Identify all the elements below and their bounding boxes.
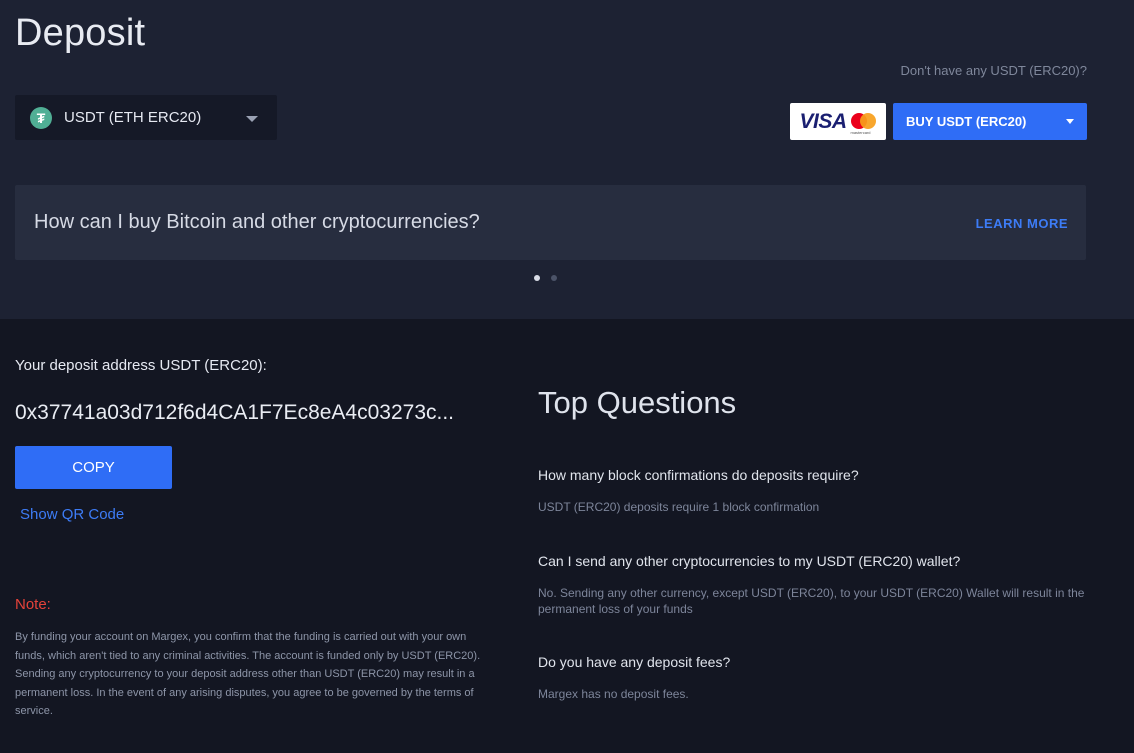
copy-button[interactable]: COPY <box>15 446 172 489</box>
visa-logo: VISA <box>799 109 847 133</box>
deposit-address-label: Your deposit address USDT (ERC20): <box>15 357 267 374</box>
chevron-down-icon <box>246 116 258 122</box>
page-title: Deposit <box>15 12 146 54</box>
carousel-dot-2[interactable] <box>551 275 557 281</box>
card-logos: VISA mastercard <box>790 103 886 140</box>
faq-answer: No. Sending any other currency, except U… <box>538 586 1085 616</box>
learn-more-link[interactable]: LEARN MORE <box>976 216 1068 231</box>
info-banner: How can I buy Bitcoin and other cryptocu… <box>15 185 1086 260</box>
faq-question: How many block confirmations do deposits… <box>538 467 859 483</box>
currency-select-label: USDT (ETH ERC20) <box>64 109 202 126</box>
faq-answer: USDT (ERC20) deposits require 1 block co… <box>538 500 820 514</box>
buy-usdt-button[interactable]: BUY USDT (ERC20) <box>893 103 1087 140</box>
deposit-header-section: Deposit Don't have any USDT (ERC20)? ₮ U… <box>0 0 1134 319</box>
note-title: Note: <box>15 596 51 613</box>
show-qr-code-link[interactable]: Show QR Code <box>20 506 124 523</box>
faq-title: Top Questions <box>538 385 737 420</box>
no-usdt-hint: Don't have any USDT (ERC20)? <box>900 63 1088 78</box>
carousel-dots <box>534 275 557 281</box>
note-text: By funding your account on Margex, you c… <box>15 631 481 718</box>
faq-question: Do you have any deposit fees? <box>538 654 731 670</box>
faq-question: Can I send any other cryptocurrencies to… <box>538 553 961 569</box>
deposit-address-value[interactable]: 0x37741a03d712f6d4CA1F7Ec8eA4c03273c... <box>15 401 454 425</box>
faq-answer: Margex has no deposit fees. <box>538 687 689 701</box>
carousel-dot-1[interactable] <box>534 275 540 281</box>
mastercard-logo: mastercard <box>850 113 877 135</box>
copy-label: COPY <box>72 459 115 476</box>
currency-select[interactable]: ₮ USDT (ETH ERC20) <box>15 95 277 140</box>
tether-icon: ₮ <box>30 106 52 129</box>
banner-text: How can I buy Bitcoin and other cryptocu… <box>34 211 480 233</box>
buy-usdt-label: BUY USDT (ERC20) <box>906 114 1027 129</box>
caret-down-icon[interactable] <box>1066 119 1074 124</box>
